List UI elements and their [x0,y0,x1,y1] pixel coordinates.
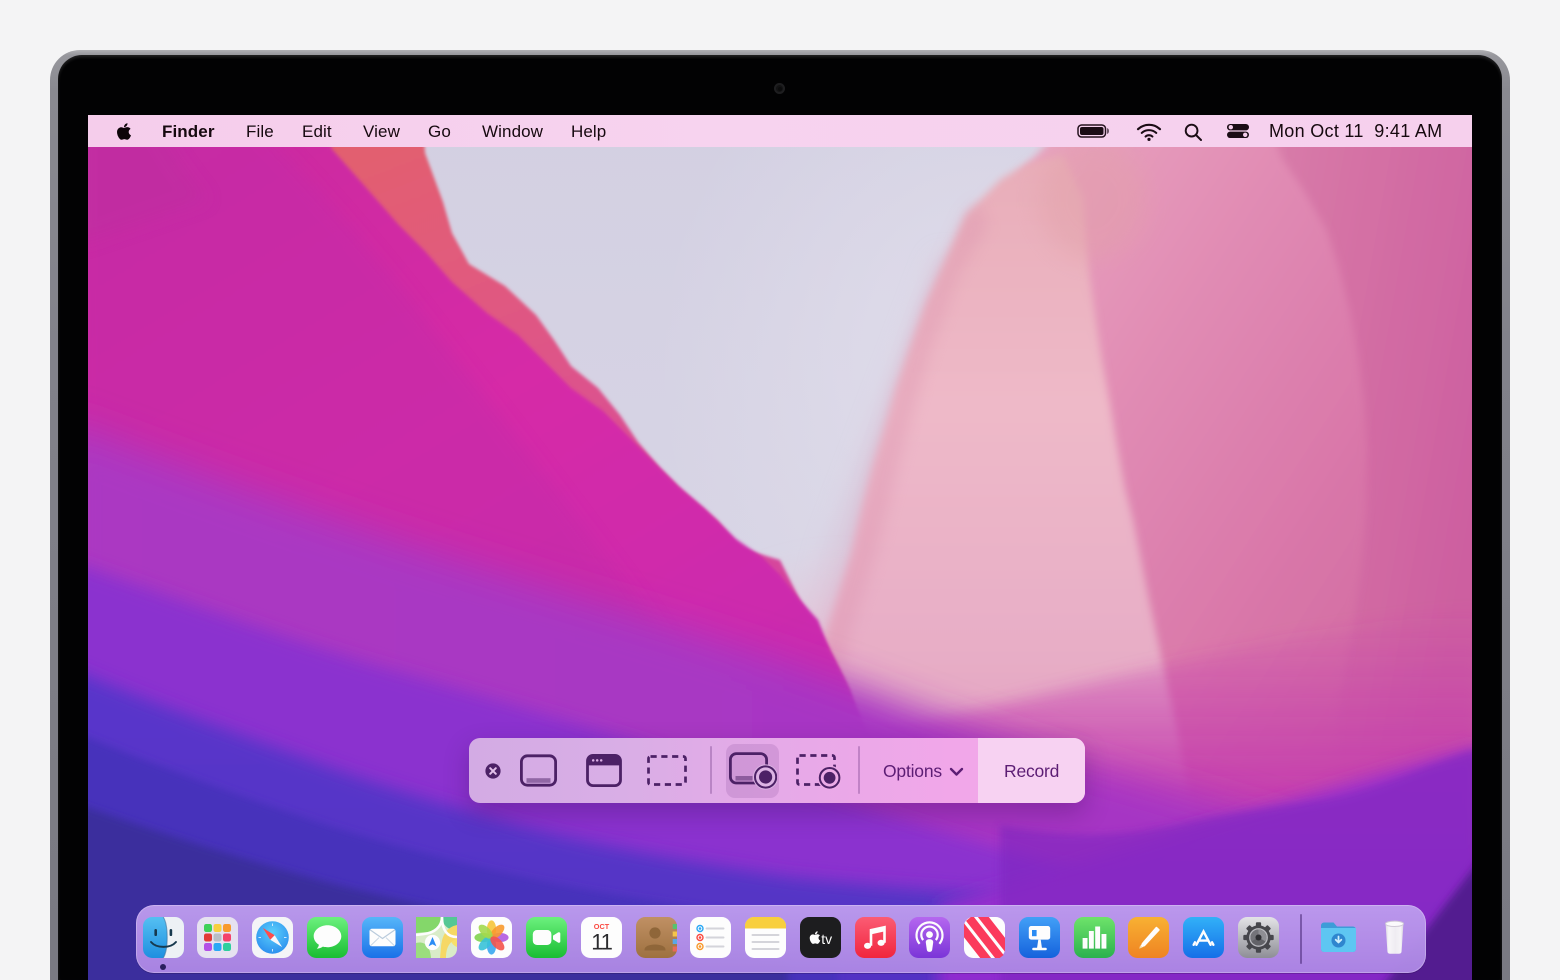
svg-text:11: 11 [591,930,612,955]
svg-text:tv: tv [821,931,832,947]
